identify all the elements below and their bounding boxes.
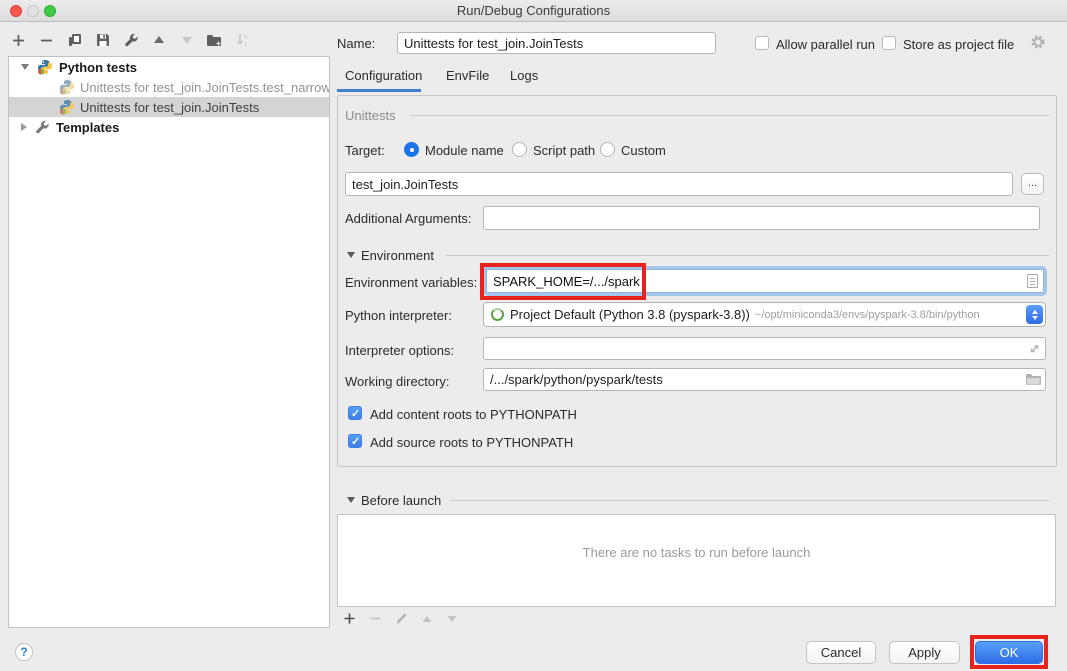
store-as-project-file-label: Store as project file [903,37,1014,52]
environment-section-label: Environment [361,248,434,263]
templates-wrench-icon [34,119,50,135]
tab-configuration[interactable]: Configuration [345,68,422,83]
environment-variables-field-focus-ring: SPARK_HOME=/.../spark [483,266,1047,296]
move-down-icon [178,32,195,49]
python-tests-icon [37,59,53,75]
svg-text:a: a [244,34,248,41]
radio-module-name-label: Module name [425,143,504,158]
copy-icon[interactable] [66,32,83,49]
expand-collapse-icon[interactable] [21,64,29,70]
add-source-roots-label: Add source roots to PYTHONPATH [370,435,573,450]
interpreter-options-label: Interpreter options: [345,343,454,358]
python-interpreter-path: ~/opt/miniconda3/envs/pyspark-3.8/bin/py… [755,309,980,321]
gear-icon[interactable] [1030,34,1046,50]
before-launch-task-list[interactable]: There are no tasks to run before launch [337,514,1056,607]
python-interpreter-label: Python interpreter: [345,308,452,323]
before-launch-empty-text: There are no tasks to run before launch [338,545,1055,560]
name-input[interactable] [397,32,716,54]
radio-script-path[interactable] [512,142,527,157]
unittests-section-title: Unittests [345,108,396,123]
conda-environment-icon [491,308,504,321]
move-up-icon[interactable] [150,32,167,49]
radio-custom-label: Custom [621,143,666,158]
apply-button[interactable]: Apply [889,641,960,664]
combo-stepper-icon[interactable] [1026,305,1043,324]
before-launch-toolbar [343,612,458,625]
title-bar: Run/Debug Configurations [0,0,1067,22]
environment-variables-label: Environment variables: [345,275,477,290]
tree-node-python-tests[interactable]: Python tests [9,57,329,77]
tab-logs[interactable]: Logs [510,68,538,83]
additional-arguments-label: Additional Arguments: [345,211,471,226]
name-label: Name: [337,36,375,51]
allow-parallel-run-checkbox[interactable] [755,36,769,50]
additional-arguments-input[interactable] [483,206,1040,230]
edit-environment-variables-icon[interactable] [1027,274,1038,288]
tree-node-label: Unittests for test_join.JoinTests.test_n… [80,80,329,95]
environment-variables-value: SPARK_HOME=/.../spark [493,274,640,289]
tree-node-jointests-selected[interactable]: Unittests for test_join.JoinTests [9,97,329,117]
before-launch-separator-line [450,500,1049,501]
expand-field-icon[interactable] [1028,342,1041,355]
unittests-separator-line [410,115,1049,116]
save-icon[interactable] [94,32,111,49]
radio-module-name[interactable] [404,142,419,157]
unittest-config-icon [59,99,75,115]
help-button[interactable]: ? [15,643,33,661]
run-debug-configurations-dialog: Run/Debug Configurations az [0,0,1067,671]
before-launch-collapse-icon[interactable] [347,497,355,503]
expand-collapse-icon[interactable] [21,123,27,131]
add-source-roots-checkbox[interactable] [348,434,362,448]
tree-node-label: Python tests [59,60,137,75]
working-directory-input[interactable] [483,368,1046,391]
target-label: Target: [345,143,385,158]
sort-alphabetically-icon: az [234,32,251,49]
active-tab-underline [337,89,421,92]
unittest-config-icon [59,79,75,95]
edit-task-icon [395,612,408,625]
radio-custom[interactable] [600,142,615,157]
move-task-down-icon [446,613,458,625]
folder-icon[interactable] [1025,373,1042,386]
ok-button[interactable]: OK [975,641,1043,664]
environment-collapse-icon[interactable] [347,252,355,258]
working-directory-label: Working directory: [345,374,450,389]
remove-task-icon [369,612,382,625]
module-name-input[interactable] [345,172,1013,196]
add-icon[interactable] [10,32,27,49]
edit-templates-wrench-icon[interactable] [122,32,139,49]
tree-node-label: Unittests for test_join.JoinTests [80,100,259,115]
tree-node-templates[interactable]: Templates [9,117,329,137]
add-content-roots-label: Add content roots to PYTHONPATH [370,407,577,422]
new-folder-icon[interactable] [206,32,223,49]
browse-module-button[interactable]: ... [1021,173,1044,195]
before-launch-section-label: Before launch [361,493,441,508]
store-as-project-file-checkbox[interactable] [882,36,896,50]
tab-envfile[interactable]: EnvFile [446,68,489,83]
interpreter-options-input[interactable] [483,337,1046,360]
tree-node-label: Templates [56,120,119,135]
python-interpreter-value: Project Default (Python 3.8 (pyspark-3.8… [510,307,750,322]
move-task-up-icon [421,613,433,625]
configurations-tree: Python tests Unittests for test_join.Joi… [8,56,330,628]
environment-variables-input[interactable]: SPARK_HOME=/.../spark [486,269,1044,293]
cancel-button[interactable]: Cancel [806,641,876,664]
remove-icon[interactable] [38,32,55,49]
window-title: Run/Debug Configurations [0,3,1067,18]
tree-node-test-narrow[interactable]: Unittests for test_join.JoinTests.test_n… [9,77,329,97]
python-interpreter-select[interactable]: Project Default (Python 3.8 (pyspark-3.8… [483,302,1046,327]
add-content-roots-checkbox[interactable] [348,406,362,420]
allow-parallel-run-label: Allow parallel run [776,37,875,52]
add-task-icon[interactable] [343,612,356,625]
environment-separator-line [446,255,1049,256]
svg-text:z: z [244,41,247,48]
radio-script-path-label: Script path [533,143,595,158]
configurations-toolbar: az [10,28,251,52]
